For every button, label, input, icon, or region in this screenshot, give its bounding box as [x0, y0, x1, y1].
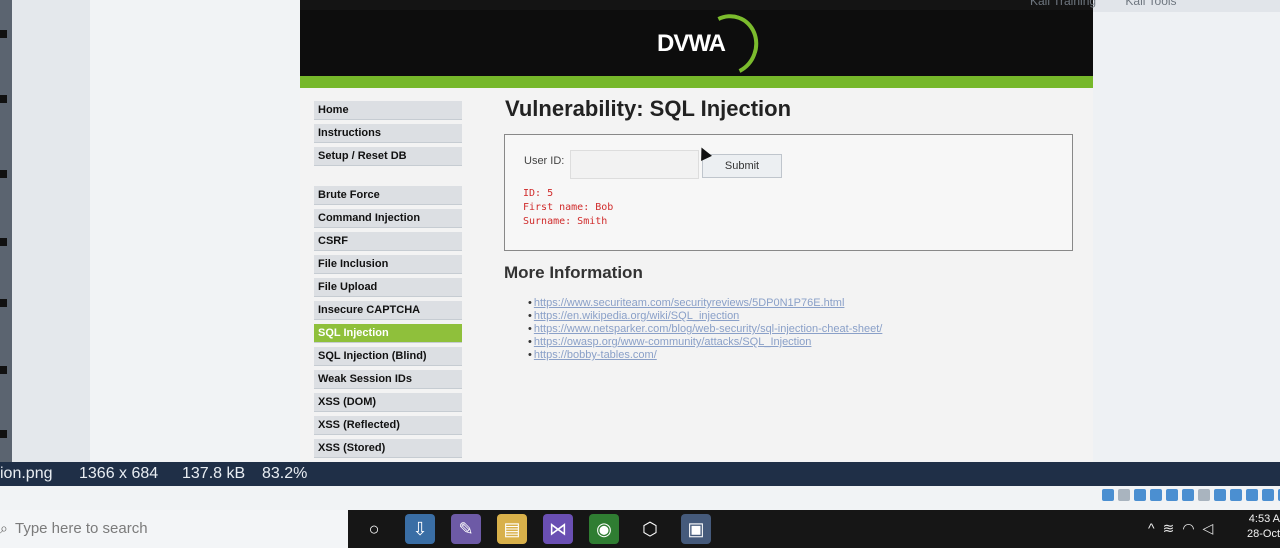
submit-button[interactable]: Submit	[702, 154, 782, 178]
vm-keyboard-icon[interactable]	[1262, 489, 1274, 501]
link-owasp[interactable]: https://owasp.org/www-community/attacks/…	[528, 336, 882, 349]
file-download-app-icon[interactable]: ⇩	[405, 514, 435, 544]
nav-sql-injection-blind[interactable]: SQL Injection (Blind)	[314, 347, 462, 366]
header-accent-bar	[300, 76, 1093, 88]
nav-insecure-captcha[interactable]: Insecure CAPTCHA	[314, 301, 462, 320]
left-page	[12, 0, 90, 462]
image-viewer-status-bar: ion.png 1366 x 684 137.8 kB 83.2%	[0, 462, 1280, 486]
taskbar-search-placeholder: Type here to search	[15, 520, 148, 537]
chrome-icon[interactable]: ◉	[589, 514, 619, 544]
nav-xss-stored[interactable]: XSS (Stored)	[314, 439, 462, 458]
nav-setup-reset-db[interactable]: Setup / Reset DB	[314, 147, 462, 166]
file-explorer-icon[interactable]: ▤	[497, 514, 527, 544]
top-link-bar	[300, 0, 1093, 10]
nav-separator	[314, 170, 468, 186]
link-netsparker[interactable]: https://www.netsparker.com/blog/web-secu…	[528, 323, 883, 336]
link-bobby-tables[interactable]: https://bobby-tables.com/	[528, 349, 882, 362]
tray-chevron-icon[interactable]: ^	[1148, 520, 1155, 537]
nav-sql-injection[interactable]: SQL Injection	[314, 324, 462, 343]
task-view-icon[interactable]: ○	[359, 514, 389, 544]
visual-studio-icon[interactable]: ⋈	[543, 514, 573, 544]
more-information-title: More Information	[504, 263, 643, 282]
vm-status-icons	[1102, 489, 1280, 501]
vm-cpu-icon[interactable]	[1230, 489, 1242, 501]
top-links-right: Kali Training Kali Tools	[1030, 0, 1203, 8]
sql-injection-form-box: User ID: Submit ID: 5 First name: Bob Su…	[504, 134, 1073, 251]
status-filename: ion.png	[0, 465, 53, 482]
status-zoom: 83.2%	[262, 465, 308, 482]
result-first-name: First name: Bob	[523, 202, 614, 213]
virtualbox-icon[interactable]: ▣	[681, 514, 711, 544]
vm-recording-icon[interactable]	[1214, 489, 1226, 501]
nav-xss-dom[interactable]: XSS (DOM)	[314, 393, 462, 412]
page-title: Vulnerability: SQL Injection	[505, 96, 792, 121]
user-id-input[interactable]	[570, 150, 699, 179]
vm-shared-folder-icon[interactable]	[1182, 489, 1194, 501]
query-result: ID: 5 First name: Bob Surname: Smith	[523, 187, 613, 229]
left-gutter	[0, 0, 12, 462]
user-id-label: User ID:	[524, 155, 565, 167]
tray-wifi-icon[interactable]: ◠	[1182, 520, 1194, 537]
sidebar-nav: Home Instructions Setup / Reset DB Brute…	[314, 101, 468, 462]
reference-links: https://www.securiteam.com/securityrevie…	[528, 297, 883, 362]
search-icon: ⌕	[0, 520, 8, 536]
clock-time: 4:53 A	[1248, 513, 1280, 525]
nav-file-inclusion[interactable]: File Inclusion	[314, 255, 462, 274]
taskbar-clock[interactable]: 4:53 A 28-Oct	[1243, 512, 1280, 542]
tray-network-icon[interactable]: ≋	[1163, 520, 1175, 537]
status-file-size: 137.8 kB	[182, 465, 246, 482]
top-link-kali-training[interactable]: Kali Training	[1030, 0, 1096, 8]
vm-network-icon[interactable]	[1150, 489, 1162, 501]
link-securiteam[interactable]: https://www.securiteam.com/securityrevie…	[528, 297, 882, 310]
vm-optical-icon[interactable]	[1118, 489, 1130, 501]
3d-viewer-icon[interactable]: ⬡	[635, 514, 665, 544]
vm-status-strip	[0, 486, 1280, 510]
tray-volume-icon[interactable]: ◁	[1203, 520, 1214, 537]
result-id: ID: 5	[523, 188, 554, 199]
screen: Kali Training Kali Tools DVWA Home Instr…	[0, 0, 1280, 462]
nav-weak-session-ids[interactable]: Weak Session IDs	[314, 370, 462, 389]
taskbar-pinned-apps: ○ ⇩ ✎ ▤ ⋈ ◉ ⬡ ▣	[359, 514, 711, 544]
vm-display-icon[interactable]	[1198, 489, 1210, 501]
vm-disk-icon[interactable]	[1102, 489, 1114, 501]
dvwa-logo: DVWA	[657, 30, 726, 57]
vm-usb-icon[interactable]	[1166, 489, 1178, 501]
nav-brute-force[interactable]: Brute Force	[314, 186, 462, 205]
top-link-kali-tools[interactable]: Kali Tools	[1125, 0, 1176, 8]
nav-csrf[interactable]: CSRF	[314, 232, 462, 251]
clock-date: 28-Oct	[1246, 528, 1280, 540]
nav-file-upload[interactable]: File Upload	[314, 278, 462, 297]
nav-command-injection[interactable]: Command Injection	[314, 209, 462, 228]
nav-home[interactable]: Home	[314, 101, 462, 120]
nav-xss-reflected[interactable]: XSS (Reflected)	[314, 416, 462, 435]
link-wikipedia[interactable]: https://en.wikipedia.org/wiki/SQL_inject…	[528, 310, 882, 323]
vm-mouse-icon[interactable]	[1246, 489, 1258, 501]
result-surname: Surname: Smith	[523, 216, 608, 227]
system-tray: ^ ≋ ◠ ◁	[1148, 520, 1213, 537]
windows-taskbar: ⌕ Type here to search ○ ⇩ ✎ ▤ ⋈ ◉ ⬡ ▣ ^ …	[0, 510, 1280, 548]
vm-audio-icon[interactable]	[1134, 489, 1146, 501]
notepad-app-icon[interactable]: ✎	[451, 514, 481, 544]
taskbar-search-box[interactable]: ⌕ Type here to search	[0, 510, 348, 548]
nav-instructions[interactable]: Instructions	[314, 124, 462, 143]
status-dimensions: 1366 x 684	[79, 465, 159, 482]
page-margin-left	[90, 0, 300, 462]
page-margin-right	[1093, 12, 1280, 462]
